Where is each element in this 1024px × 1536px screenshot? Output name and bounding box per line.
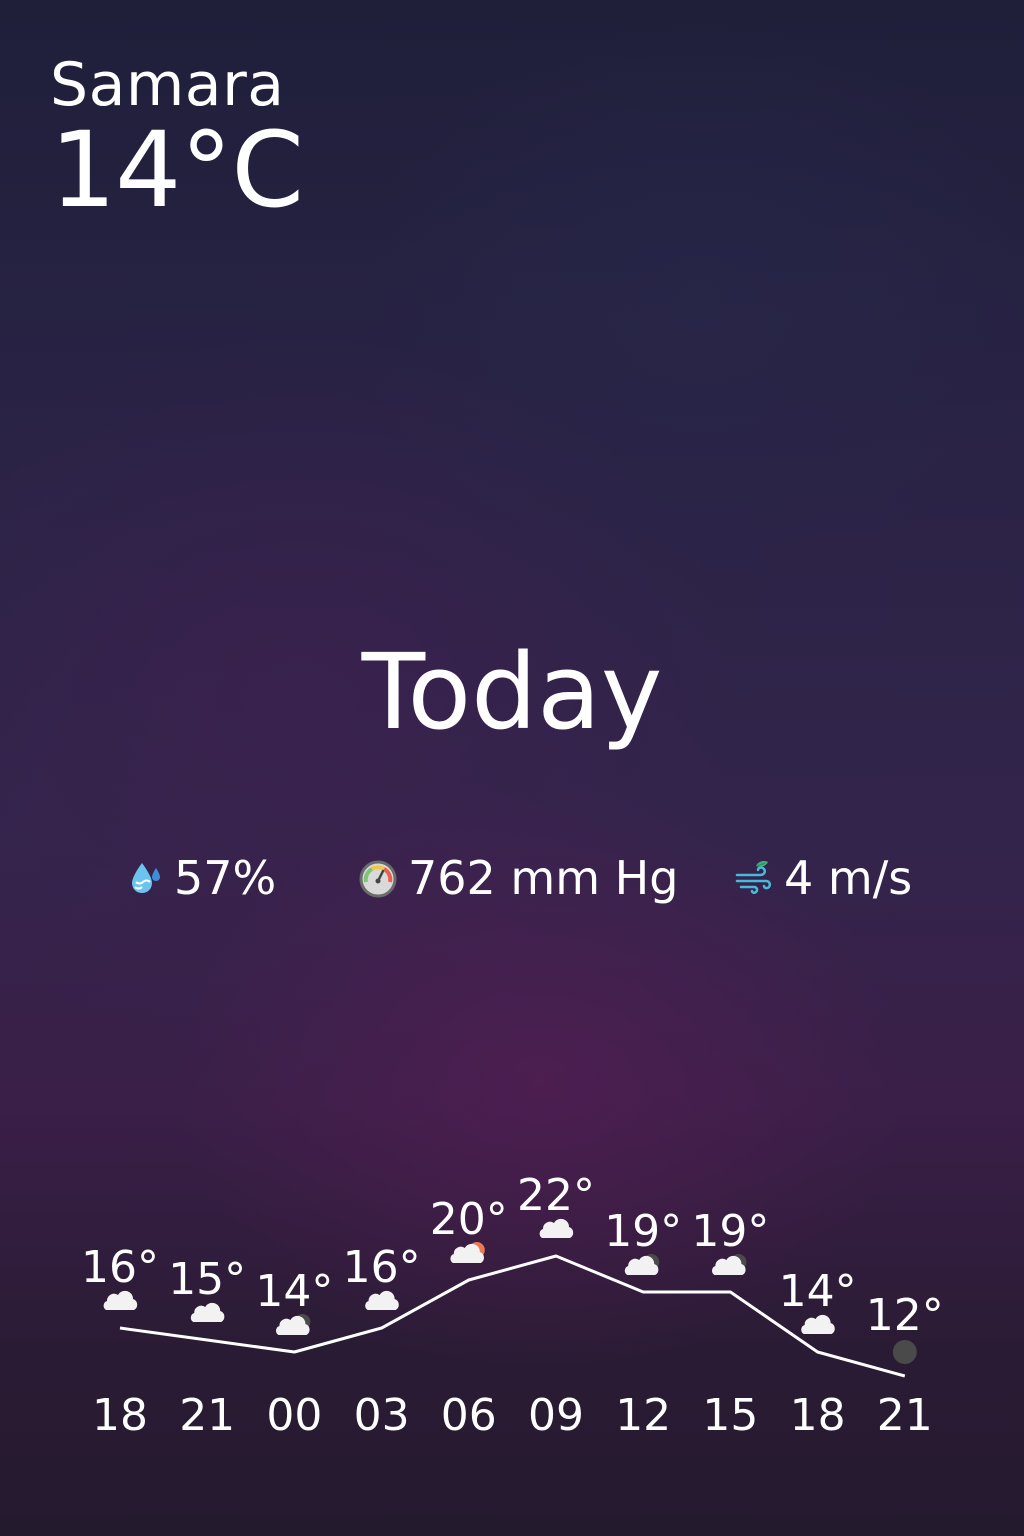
humidity-stat: 57% bbox=[128, 848, 276, 908]
hour-label: 03 bbox=[354, 1390, 410, 1441]
temperature-label: 15° bbox=[168, 1254, 246, 1305]
hour-label: 21 bbox=[179, 1390, 235, 1441]
cloudy-icon bbox=[365, 1290, 399, 1310]
humidity-value: 57% bbox=[174, 851, 277, 905]
hour-label: 21 bbox=[877, 1390, 933, 1441]
temperature-label: 12° bbox=[866, 1290, 944, 1341]
temperature-label: 22° bbox=[517, 1170, 595, 1221]
temperature-label: 16° bbox=[343, 1242, 421, 1293]
cloudy-icon bbox=[190, 1302, 225, 1322]
forecast-column: 15° 21 bbox=[168, 1254, 246, 1441]
hour-label: 15 bbox=[702, 1390, 758, 1441]
day-title: Today bbox=[361, 631, 663, 753]
current-temperature: 14°C bbox=[50, 109, 304, 231]
wind-stat: 4 m/s bbox=[734, 848, 912, 908]
cloudy-night-icon bbox=[276, 1314, 311, 1335]
gauge-icon bbox=[359, 860, 397, 898]
wind-value: 4 m/s bbox=[784, 851, 913, 905]
cloudy-icon bbox=[103, 1290, 138, 1310]
temperature-label: 14° bbox=[255, 1266, 333, 1317]
partly-cloudy-day-icon bbox=[450, 1242, 485, 1263]
temperature-label: 14° bbox=[779, 1266, 857, 1317]
cloudy-icon bbox=[539, 1218, 574, 1238]
forecast-column: 16° 18 bbox=[81, 1242, 159, 1441]
humidity-drop-icon bbox=[132, 863, 160, 893]
hour-label: 18 bbox=[92, 1390, 148, 1441]
wind-icon bbox=[735, 861, 772, 894]
clear-night-icon bbox=[892, 1340, 917, 1364]
cloudy-night-icon bbox=[712, 1254, 747, 1275]
hour-label: 12 bbox=[615, 1390, 671, 1441]
hour-label: 06 bbox=[441, 1390, 497, 1441]
forecast-column: 19° 12 bbox=[604, 1206, 682, 1441]
cloudy-night-icon bbox=[624, 1254, 660, 1275]
hour-label: 18 bbox=[790, 1390, 846, 1441]
hour-label: 09 bbox=[528, 1390, 584, 1441]
hour-label: 00 bbox=[266, 1390, 322, 1441]
forecast-column: 19° 15 bbox=[691, 1206, 769, 1441]
temperature-label: 19° bbox=[604, 1206, 682, 1257]
forecast-column: 20° 06 bbox=[430, 1194, 508, 1441]
temperature-label: 20° bbox=[430, 1194, 508, 1245]
forecast-column: 16° 03 bbox=[343, 1242, 421, 1441]
temperature-label: 16° bbox=[81, 1242, 159, 1293]
pressure-stat: 762 mm Hg bbox=[358, 848, 678, 908]
forecast-column: 22° 09 bbox=[517, 1170, 595, 1441]
temperature-label: 19° bbox=[691, 1206, 769, 1257]
pressure-value: 762 mm Hg bbox=[408, 851, 679, 905]
cloudy-icon bbox=[801, 1314, 835, 1334]
forecast-column: 12° 21 bbox=[866, 1290, 944, 1441]
hourly-forecast-chart: 16° 18 15° 21 14° 00 16° 03 20° 06 22° 09 19° 12 19° 15… bbox=[81, 1170, 944, 1441]
